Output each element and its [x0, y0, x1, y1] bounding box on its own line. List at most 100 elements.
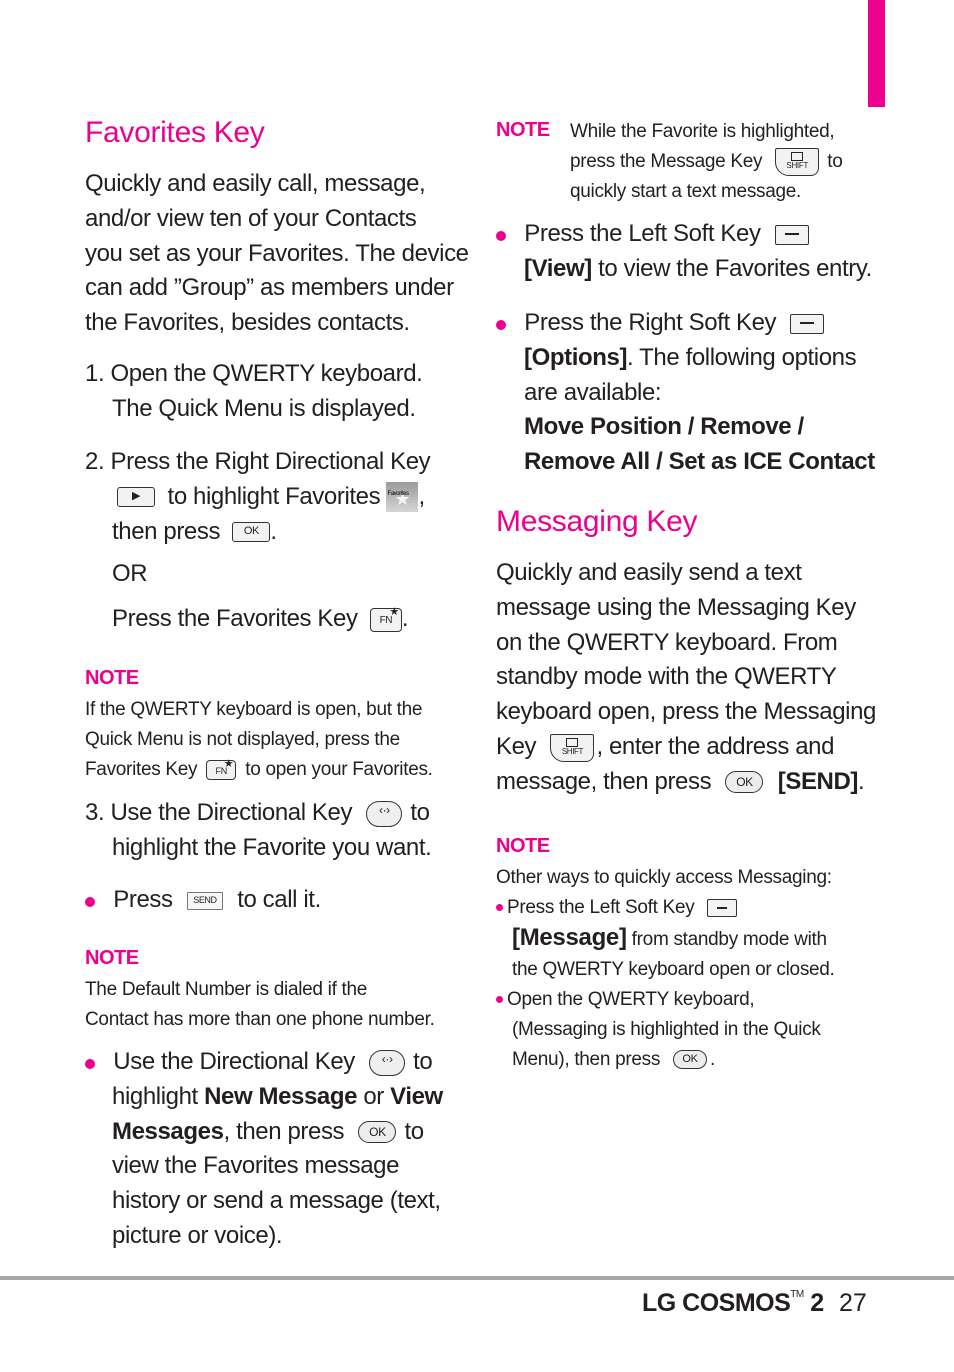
note-label: NOTE — [496, 119, 550, 141]
bullet-text: highlight — [112, 1082, 205, 1110]
messaging-text: on the QWERTY keyboard. From — [496, 628, 838, 656]
favorites-key-heading: Favorites Key — [85, 116, 265, 149]
product-model: 2 — [810, 1289, 824, 1317]
note-text: Favorites Key — [85, 759, 198, 780]
note-label: NOTE — [85, 947, 139, 969]
note-default-number: The Default Number is dialed if the Cont… — [85, 975, 435, 1035]
bullet-press-send: Press SEND to call it. — [85, 883, 321, 918]
options-list: Remove All / Set as ICE Contact — [524, 448, 875, 476]
step-2: 2. Press the Right Directional Key ▶ to … — [85, 445, 431, 637]
key-label: SHIFT — [786, 160, 809, 170]
note-text: Press the Left Soft Key — [507, 897, 695, 918]
ok-key-icon: OK — [725, 771, 764, 794]
step-text: Press the Favorites Key — [112, 605, 358, 633]
messaging-text: Quickly and easily send a text — [496, 559, 802, 586]
step-number: 3. — [85, 799, 105, 826]
left-soft-key-icon — [707, 898, 738, 917]
punctuation: . — [401, 605, 409, 633]
send-option: [SEND] — [777, 767, 859, 795]
punctuation: . — [858, 767, 865, 795]
note-text: to open your Favorites. — [245, 759, 433, 780]
section-tab-marker — [868, 0, 885, 107]
favorites-intro: Quickly and easily call, message, and/or… — [85, 167, 469, 341]
bullet-text: are available: — [524, 378, 662, 406]
bullet-left-soft-key: Press the Left Soft Key [View] to view t… — [496, 217, 872, 287]
messaging-key-heading: Messaging Key — [496, 505, 698, 538]
note-text: Quick Menu is not displayed, press the — [85, 729, 400, 750]
right-soft-key-icon — [790, 313, 825, 334]
favorites-menu-icon — [386, 477, 419, 517]
punctuation: . — [270, 517, 277, 545]
bullet-text: to — [413, 1048, 433, 1075]
left-soft-key-icon — [774, 224, 809, 245]
product-name: LG COSMOS — [642, 1289, 791, 1317]
step-number: 2. — [85, 448, 105, 475]
bullet-icon — [85, 897, 95, 907]
bullet-text: history or send a message (text, — [112, 1187, 441, 1215]
note-text: Contact has more than one phone number. — [85, 1009, 435, 1030]
note-text: (Messaging is highlighted in the Quick — [512, 1019, 821, 1040]
punctuation: . — [710, 1049, 716, 1070]
step-text: to — [410, 799, 430, 826]
footer-product-name: LG COSMOSTM 2 — [642, 1289, 824, 1318]
bullet-text: , then press — [223, 1117, 345, 1145]
envelope-icon — [566, 737, 579, 747]
bullet-text: Press — [113, 886, 173, 913]
bullet-icon — [496, 231, 506, 241]
bullet-text: to call it. — [237, 886, 321, 913]
bullet-text: Use the Directional Key — [113, 1048, 355, 1075]
step-text: to highlight Favorites — [167, 482, 381, 510]
bullet-icon — [496, 320, 506, 330]
step-number: 1. — [85, 360, 105, 387]
note-text: Open the QWERTY keyboard, — [507, 989, 755, 1010]
options-option: [Options] — [524, 343, 628, 371]
messaging-text: , enter the address and — [596, 732, 835, 760]
step-text: Open the QWERTY keyboard. — [110, 360, 423, 387]
note-text: The Default Number is dialed if the — [85, 979, 368, 1000]
note-text: While the Favorite is highlighted, — [570, 121, 835, 142]
note-message-key: While the Favorite is highlighted, press… — [570, 117, 843, 207]
bullet-icon — [496, 996, 503, 1004]
ok-key-icon: OK — [232, 522, 271, 543]
trademark: TM — [790, 1289, 804, 1300]
note-text: press the Message Key — [570, 151, 763, 172]
note-text: Menu), then press — [512, 1049, 661, 1070]
messaging-text: keyboard open, press the Messaging — [496, 698, 876, 726]
step-3: 3. Use the Directional Key ‹·› to highlig… — [85, 796, 432, 866]
envelope-icon — [791, 151, 804, 161]
step-1: 1. Open the QWERTY keyboard. The Quick M… — [85, 357, 423, 427]
intro-line: you set as your Favorites. The device — [85, 239, 469, 267]
note-text: quickly start a text message. — [570, 181, 802, 202]
bullet-text: to — [404, 1117, 424, 1145]
bullet-text: picture or voice). — [112, 1221, 283, 1249]
options-list: Move Position / Remove / — [524, 413, 804, 441]
new-message-option: New Message — [204, 1082, 358, 1110]
punctuation: , — [418, 482, 425, 510]
favorites-fn-key-icon: FN — [369, 607, 402, 632]
note-text: If the QWERTY keyboard is open, but the — [85, 699, 423, 720]
directional-key-icon: ‹·› — [369, 1049, 406, 1076]
page-number: 27 — [839, 1289, 867, 1317]
ok-key-icon: OK — [358, 1121, 397, 1144]
step-text: Use the Directional Key — [110, 799, 353, 826]
bullet-icon — [496, 904, 503, 912]
intro-line: the Favorites, besides contacts. — [85, 309, 410, 337]
message-shift-key-icon: SHIFT — [550, 733, 595, 762]
messaging-text: standby mode with the QWERTY — [496, 663, 837, 691]
bullet-text: Press the Left Soft Key — [524, 220, 761, 247]
bullet-right-soft-key: Press the Right Soft Key [Options]. The … — [496, 306, 875, 480]
step-text: Press the Right Directional Key — [110, 448, 431, 475]
step-text: The Quick Menu is displayed. — [112, 394, 416, 422]
message-shift-key-icon: SHIFT — [775, 147, 820, 176]
bullet-text: view the Favorites message — [112, 1152, 400, 1180]
note-favorites-key: If the QWERTY keyboard is open, but the … — [85, 695, 433, 785]
messaging-intro: Quickly and easily send a text message u… — [496, 556, 876, 800]
step-text: highlight the Favorite you want. — [112, 833, 432, 861]
key-label: SHIFT — [561, 746, 584, 756]
footer-divider — [0, 1276, 954, 1280]
directional-key-icon: ‹·› — [366, 800, 403, 827]
note-text: from standby mode with — [626, 929, 827, 950]
intro-line: can add ”Group” as members under — [85, 274, 454, 302]
view-option: [View] — [524, 254, 592, 282]
note-text: Other ways to quickly access Messaging: — [496, 867, 832, 888]
